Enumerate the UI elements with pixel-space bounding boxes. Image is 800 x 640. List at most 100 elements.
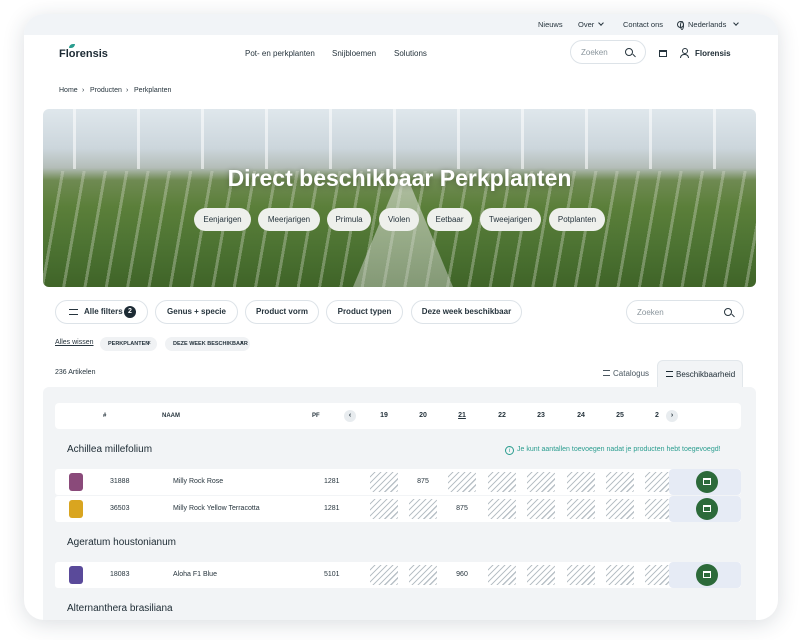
- language-label: Nederlands: [688, 20, 727, 29]
- article-number: 36503: [110, 505, 130, 512]
- unavailable-cell: [488, 565, 516, 585]
- day-header: 19: [380, 412, 388, 419]
- available-quantity: 960: [456, 571, 468, 578]
- tag-label: DEZE WEEK BESCHIKBAAR: [173, 341, 248, 347]
- day-header: 22: [498, 412, 506, 419]
- unavailable-cell: [409, 565, 437, 585]
- chevron-down-icon: [598, 20, 605, 26]
- contact-link[interactable]: Contact ons: [623, 20, 663, 29]
- header-search-input[interactable]: Zoeken: [581, 48, 608, 57]
- availability-table: # NAAM PF ‹ 19 20 21 22 23 24 25 2 › Ach…: [43, 387, 756, 620]
- remove-tag-icon[interactable]: ×: [147, 337, 151, 351]
- chip-primula[interactable]: Primula: [327, 208, 371, 231]
- tag-label: PERKPLANTEN: [108, 341, 150, 347]
- cart-icon: [703, 478, 711, 485]
- table-row[interactable]: 36503 Milly Rock Yellow Terracotta 1281 875: [55, 496, 741, 522]
- nav-snijbloemen[interactable]: Snijbloemen: [332, 49, 376, 58]
- hero-title: Direct beschikbaar Perkplanten: [227, 165, 572, 191]
- remove-tag-icon[interactable]: ×: [240, 337, 244, 351]
- product-search-input[interactable]: Zoeken: [637, 308, 664, 317]
- add-quantities-notice: i Je kunt aantallen toevoegen nadat je pr…: [505, 445, 721, 455]
- about-menu[interactable]: Over: [578, 20, 605, 29]
- active-tag-deze-week: DEZE WEEK BESCHIKBAAR ×: [165, 337, 250, 351]
- tab-catalogus[interactable]: Catalogus: [603, 360, 655, 388]
- header-search[interactable]: Zoeken: [570, 40, 646, 64]
- day-header: 20: [419, 412, 427, 419]
- plant-thumbnail: [69, 500, 83, 518]
- all-filters-label: Alle filters: [84, 307, 123, 316]
- genus-specie-filter[interactable]: Genus + specie: [155, 300, 238, 324]
- plant-thumbnail: [69, 566, 83, 584]
- breadcrumb-perkplanten: Perkplanten: [134, 87, 172, 94]
- prev-week-button[interactable]: ‹: [344, 410, 356, 422]
- add-to-cart-button[interactable]: [696, 498, 718, 520]
- notice-text: Je kunt aantallen toevoegen nadat je pro…: [517, 446, 721, 453]
- unavailable-cell: [567, 499, 595, 519]
- result-count: 236 Artikelen: [55, 369, 96, 376]
- product-vorm-filter[interactable]: Product vorm: [245, 300, 319, 324]
- browser-frame: Nieuws Over Contact ons Nederlands Flore…: [24, 14, 778, 620]
- article-number: 31888: [110, 478, 130, 485]
- table-row[interactable]: 31888 Milly Rock Rose 1281 875: [55, 469, 741, 495]
- tab-label: Beschikbaarheid: [676, 370, 736, 379]
- day-header: 24: [577, 412, 585, 419]
- filter-count-badge: 2: [124, 306, 136, 318]
- chip-eetbaar[interactable]: Eetbaar: [427, 208, 472, 231]
- plant-thumbnail: [69, 473, 83, 491]
- product-typen-filter[interactable]: Product typen: [326, 300, 403, 324]
- table-row[interactable]: 18083 Aloha F1 Blue 5101 960: [55, 562, 741, 588]
- chevron-down-icon: [733, 20, 740, 26]
- breadcrumb-home[interactable]: Home: [59, 87, 78, 94]
- user-icon[interactable]: [680, 48, 689, 58]
- unavailable-cell: [527, 499, 555, 519]
- search-icon[interactable]: [625, 48, 633, 56]
- language-select[interactable]: Nederlands: [677, 20, 740, 30]
- product-search[interactable]: Zoeken: [626, 300, 744, 324]
- chip-potplanten[interactable]: Potplanten: [549, 208, 605, 231]
- news-link[interactable]: Nieuws: [538, 20, 563, 29]
- globe-icon: [677, 21, 684, 30]
- deze-week-filter[interactable]: Deze week beschikbaar: [411, 300, 522, 324]
- day-header: 23: [537, 412, 545, 419]
- unavailable-cell: [488, 499, 516, 519]
- chip-eenjarigen[interactable]: Eenjarigen: [194, 208, 251, 231]
- article-name: Milly Rock Yellow Terracotta: [173, 505, 260, 512]
- next-week-button[interactable]: ›: [666, 410, 678, 422]
- chevron-right-icon: ›: [82, 87, 85, 94]
- col-name: NAAM: [162, 413, 180, 419]
- add-to-cart-button[interactable]: [696, 471, 718, 493]
- sliders-icon: [69, 309, 78, 315]
- group-title: Alternanthera brasiliana: [67, 603, 173, 614]
- unavailable-cell: [567, 565, 595, 585]
- unavailable-cell: [448, 472, 476, 492]
- day-header: 2: [655, 412, 659, 419]
- chip-meerjarigen[interactable]: Meerjarigen: [258, 208, 320, 231]
- chip-tweejarigen[interactable]: Tweejarigen: [480, 208, 541, 231]
- chip-violen[interactable]: Violen: [379, 208, 419, 231]
- nav-pot-perkplanten[interactable]: Pot- en perkplanten: [245, 49, 315, 58]
- unavailable-cell: [606, 472, 634, 492]
- add-to-cart-button[interactable]: [696, 564, 718, 586]
- article-pf: 1281: [324, 478, 340, 485]
- article-name: Milly Rock Rose: [173, 478, 224, 485]
- active-tag-perkplanten: PERKPLANTEN ×: [100, 337, 157, 351]
- tab-beschikbaarheid[interactable]: Beschikbaarheid: [657, 360, 743, 388]
- unavailable-cell: [606, 565, 634, 585]
- nav-solutions[interactable]: Solutions: [394, 49, 427, 58]
- cart-icon: [703, 505, 711, 512]
- user-account[interactable]: Florensis: [695, 49, 731, 58]
- group-title: Ageratum houstonianum: [67, 537, 176, 548]
- article-name: Aloha F1 Blue: [173, 571, 217, 578]
- search-icon[interactable]: [724, 308, 732, 316]
- unavailable-cell: [488, 472, 516, 492]
- logo[interactable]: Florensis: [59, 48, 108, 60]
- add-to-cart-cell: [669, 562, 741, 588]
- utility-bar: Nieuws Over Contact ons Nederlands: [24, 14, 778, 35]
- breadcrumb-producten[interactable]: Producten: [90, 87, 122, 94]
- clear-all-link[interactable]: Alles wissen: [55, 339, 94, 346]
- cart-icon[interactable]: [659, 50, 667, 57]
- add-to-cart-cell: [669, 469, 741, 495]
- unavailable-cell: [409, 499, 437, 519]
- unavailable-cell: [370, 565, 398, 585]
- available-quantity: 875: [417, 478, 429, 485]
